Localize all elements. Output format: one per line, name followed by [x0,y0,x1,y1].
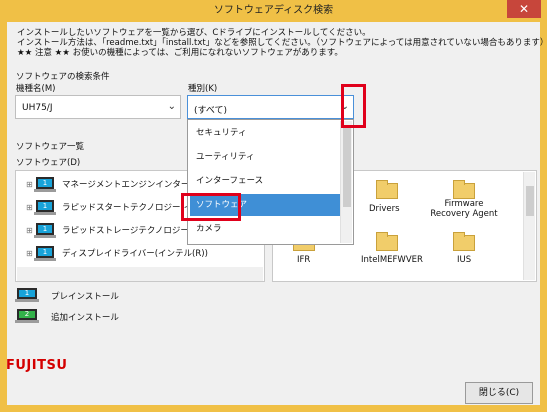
highlight-software-option [181,193,241,221]
intro-text: インストールしたいソフトウェアを一覧から選び、Cドライブにインストールしてくださ… [17,28,547,58]
expand-icon[interactable]: ⊞ [26,203,33,212]
expand-icon[interactable]: ⊞ [26,180,33,189]
type-value: (すべて) [194,106,228,116]
expand-icon[interactable]: ⊞ [26,249,33,258]
folder-label[interactable]: IFR [297,255,310,265]
pc-icon: 1 [34,200,56,215]
type-dropdown-list[interactable]: セキュリティ ユーティリティ インターフェース ソフトウェア カメラ [187,119,354,245]
expand-icon[interactable]: ⊞ [26,226,33,235]
tree-item[interactable]: ⊞ 1 ラピッドスタートテクノロジー(イ [20,197,193,217]
additional-legend-icon: 2 [15,309,39,323]
preinstall-legend-icon: 1 [15,288,39,302]
tree-item-label: マネージメントエンジンインターフ [62,180,198,190]
highlight-type-dropdown-button [341,84,366,128]
software-list-label: ソフトウェア一覧 [16,142,85,152]
close-window-button[interactable]: ✕ [507,0,541,18]
file-list-vertical-scrollbar[interactable] [523,172,535,280]
tree-item[interactable]: ⊞ 1 ラピッドストレージテクノロジー(イ [20,220,201,240]
tree-item[interactable]: ⊞ 1 ディスプレイドライバー(インテル(R)) [20,243,208,263]
software-label: ソフトウェア(D) [16,158,81,168]
folder-icon [376,180,398,199]
type-select[interactable]: (すべて) ⌄ [187,95,354,119]
pc-icon: 1 [34,177,56,192]
dropdown-option[interactable]: カメラ [190,218,342,240]
model-select[interactable]: UH75/J ⌄ [15,95,181,119]
folder-label[interactable]: Drivers [369,204,400,214]
tree-item[interactable]: ⊞ 1 マネージメントエンジンインターフ [20,174,197,194]
model-label: 機種名(M) [16,84,56,94]
intro-line-3: ★★ 注意 ★★ お使いの機種によっては、ご利用になれないソフトウェアがあります… [17,48,343,58]
dropdown-option[interactable]: セキュリティ [190,122,342,144]
preinstall-legend-label: プレインストール [51,292,119,302]
chevron-down-icon: ⌄ [167,101,176,112]
software-disk-search-window: ソフトウェアディスク検索 ✕ インストールしたいソフトウェアを一覧から選び、Cド… [0,0,547,412]
folder-label[interactable]: IntelMEFWVER [361,255,423,265]
tree-item-label: ラピッドストレージテクノロジー(イ [62,226,201,236]
intro-line-2: インストール方法は、「readme.txt」「install.txt」などを参照… [17,38,547,48]
scroll-thumb[interactable] [526,186,534,216]
additional-legend-label: 追加インストール [51,313,119,323]
dropdown-option[interactable]: ユーティリティ [190,146,342,168]
folder-icon [453,232,475,251]
folder-label[interactable]: IUS [457,255,471,265]
dropdown-option[interactable]: インターフェース [190,170,342,192]
pc-icon: 1 [34,223,56,238]
window-title: ソフトウェアディスク検索 [213,5,334,16]
fujitsu-logo: FUJITSU [6,358,68,373]
tree-item-label: ディスプレイドライバー(インテル(R)) [62,249,208,259]
intro-line-1: インストールしたいソフトウェアを一覧から選び、Cドライブにインストールしてくださ… [17,28,371,38]
close-button[interactable]: 閉じる(C) [465,382,533,404]
folder-icon [453,180,475,199]
type-label: 種別(K) [188,84,218,94]
dropdown-scrollbar[interactable] [340,121,352,243]
tree-horizontal-scrollbar[interactable] [17,267,263,281]
folder-label[interactable]: Firmware Recovery Agent [425,199,503,219]
tree-item-label: ラピッドスタートテクノロジー(イ [62,203,193,213]
pc-icon: 1 [34,246,56,261]
search-conditions-label: ソフトウェアの検索条件 [16,72,110,82]
window-client-area: インストールしたいソフトウェアを一覧から選び、Cドライブにインストールしてくださ… [7,22,547,405]
scroll-thumb[interactable] [343,127,351,207]
folder-icon [376,232,398,251]
model-value: UH75/J [22,103,53,113]
